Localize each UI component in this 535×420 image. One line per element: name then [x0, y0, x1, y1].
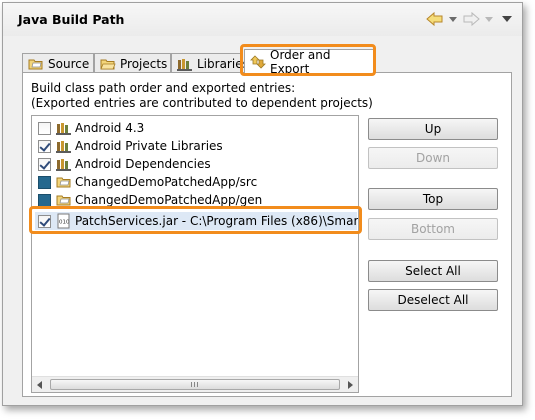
source-folder-icon: [28, 59, 43, 69]
export-checkbox: [38, 193, 51, 207]
list-item[interactable]: Android Dependencies: [35, 155, 357, 173]
export-checkbox[interactable]: [38, 214, 51, 228]
navigation-toolbar: [426, 11, 512, 27]
tab-label: Projects: [120, 56, 168, 71]
entry-label: ChangedDemoPatchedApp/gen: [75, 193, 263, 207]
projects-folder-icon: [100, 59, 116, 69]
horizontal-scrollbar[interactable]: [32, 376, 358, 392]
entry-label: Android Dependencies: [75, 157, 211, 171]
java-build-path-window: Java Build Path Source Projects Librarie…: [2, 2, 523, 406]
page-title: Java Build Path: [18, 12, 125, 27]
libraries-icon: [177, 58, 192, 71]
forward-dropdown-icon[interactable]: [484, 11, 494, 27]
tab-projects[interactable]: Projects: [94, 53, 171, 73]
top-button[interactable]: Top: [368, 188, 498, 210]
deselect-all-button[interactable]: Deselect All: [368, 289, 498, 311]
up-button[interactable]: Up: [368, 118, 498, 140]
source-folder-icon: [56, 177, 71, 188]
tab-libraries[interactable]: Libraries: [171, 53, 249, 73]
panel-description: Build class path order and exported entr…: [31, 81, 373, 111]
select-all-button[interactable]: Select All: [368, 260, 498, 282]
description-line-2: (Exported entries are contributed to dep…: [31, 96, 373, 110]
export-checkbox: [38, 175, 51, 189]
svg-text:010: 010: [59, 220, 70, 226]
entry-label: PatchServices.jar - C:\Program Files (x8…: [75, 214, 359, 228]
tab-label: Libraries: [197, 56, 249, 71]
scroll-left-icon[interactable]: [37, 381, 42, 389]
tab-label: Order and Export: [270, 48, 331, 76]
down-button[interactable]: Down: [368, 147, 498, 169]
library-icon: [56, 123, 71, 135]
description-line-1: Build class path order and exported entr…: [31, 81, 296, 95]
jar-file-icon: 010: [57, 213, 70, 229]
scroll-right-icon[interactable]: [348, 381, 353, 389]
library-icon: [56, 141, 71, 153]
scrollbar-thumb[interactable]: [50, 379, 340, 390]
back-dropdown-icon[interactable]: [448, 11, 458, 27]
tab-order-and-export[interactable]: Order and Export: [244, 48, 374, 76]
tab-label: Source: [48, 56, 90, 71]
order-export-icon: [250, 55, 266, 69]
export-checkbox[interactable]: [38, 139, 51, 153]
tab-source[interactable]: Source: [22, 53, 94, 73]
view-menu-icon[interactable]: [502, 11, 512, 27]
bottom-button[interactable]: Bottom: [368, 218, 498, 240]
entry-label: ChangedDemoPatchedApp/src: [75, 175, 258, 189]
list-item[interactable]: ChangedDemoPatchedApp/gen: [35, 191, 357, 209]
library-icon: [56, 159, 71, 171]
header-bar: Java Build Path: [3, 3, 522, 36]
back-arrow-icon[interactable]: [426, 11, 444, 27]
forward-arrow-icon[interactable]: [462, 11, 480, 27]
source-folder-icon: [56, 195, 71, 206]
list-item[interactable]: Android Private Libraries: [35, 137, 357, 155]
order-export-panel: Build class path order and exported entr…: [22, 72, 512, 397]
list-item[interactable]: Android 4.3: [35, 119, 357, 137]
export-checkbox[interactable]: [38, 157, 51, 171]
list-item[interactable]: ChangedDemoPatchedApp/src: [35, 173, 357, 191]
export-checkbox[interactable]: [38, 121, 51, 135]
classpath-entries-list[interactable]: Android 4.3 Android Private Libraries An…: [31, 115, 359, 393]
list-item-selected[interactable]: 010 PatchServices.jar - C:\Program Files…: [35, 212, 359, 230]
entry-label: Android 4.3: [75, 121, 145, 135]
entry-label: Android Private Libraries: [75, 139, 223, 153]
